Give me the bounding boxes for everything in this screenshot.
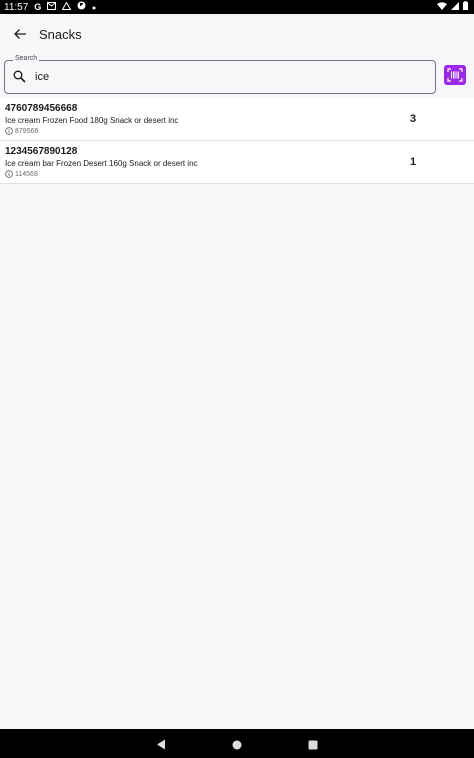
item-barcode: 4760789456668 xyxy=(5,103,78,114)
item-barcode: 1234567890128 xyxy=(5,146,78,157)
dot-icon xyxy=(92,2,96,13)
status-bar: 11:57 G xyxy=(0,0,474,14)
list-item[interactable]: 4760789456668 Ice cream Frozen Food 180g… xyxy=(0,98,474,141)
product-list: 4760789456668 Ice cream Frozen Food 180g… xyxy=(0,98,474,184)
arrow-back-icon xyxy=(14,29,26,39)
search-row: Search xyxy=(4,55,470,95)
home-circle-icon xyxy=(232,740,242,750)
item-code: 879566 xyxy=(15,127,39,135)
back-button[interactable] xyxy=(0,14,40,54)
info-icon xyxy=(5,170,13,178)
gmail-icon xyxy=(47,1,57,13)
scan-barcode-button[interactable] xyxy=(444,65,466,85)
status-left: 11:57 G xyxy=(0,0,96,13)
nav-back-button[interactable] xyxy=(156,737,166,755)
status-right xyxy=(437,1,474,13)
status-time: 11:57 xyxy=(4,1,29,13)
search-field[interactable]: Search xyxy=(4,55,436,94)
page-title: Snacks xyxy=(39,26,82,42)
item-quantity: 1 xyxy=(410,156,417,168)
battery-icon xyxy=(463,1,468,13)
back-triangle-icon xyxy=(157,739,165,750)
recents-square-icon xyxy=(308,740,318,750)
signal-icon xyxy=(451,1,459,13)
barcode-scan-icon xyxy=(447,68,463,82)
item-description: Ice cream bar Frozen Desert 160g Snack o… xyxy=(5,159,198,168)
wifi-icon xyxy=(437,1,447,13)
info-icon xyxy=(5,127,13,135)
item-meta: 879566 xyxy=(5,127,38,135)
google-icon: G xyxy=(34,1,42,12)
item-quantity: 3 xyxy=(410,113,417,125)
item-code: 114568 xyxy=(15,170,38,178)
search-label: Search xyxy=(13,55,40,62)
item-meta: 114568 xyxy=(5,170,38,178)
app-bar: Snacks xyxy=(0,14,474,54)
search-input[interactable] xyxy=(35,68,415,86)
flipboard-icon xyxy=(77,1,86,13)
drive-icon xyxy=(61,0,72,13)
search-icon xyxy=(13,70,26,88)
nav-recents-button[interactable] xyxy=(308,737,318,755)
navigation-bar xyxy=(0,729,474,758)
item-description: Ice cream Frozen Food 180g Snack or dese… xyxy=(5,116,179,125)
list-item[interactable]: 1234567890128 Ice cream bar Frozen Deser… xyxy=(0,141,474,184)
nav-home-button[interactable] xyxy=(232,737,242,755)
